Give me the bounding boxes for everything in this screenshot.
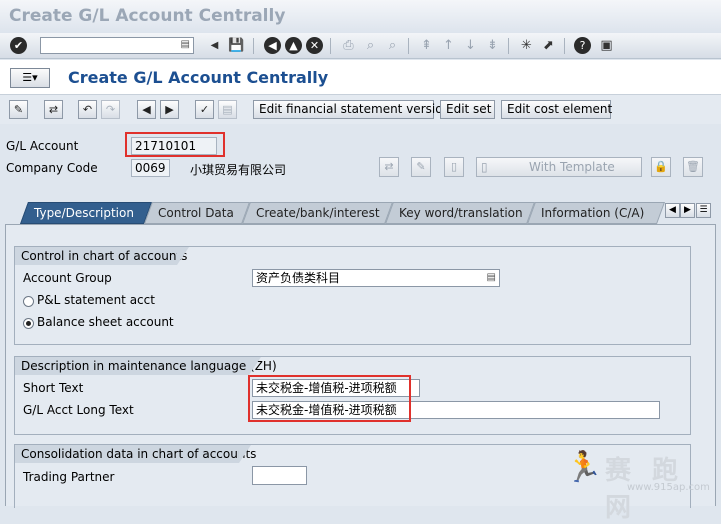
previous-page-icon[interactable]: ↑: [440, 37, 457, 54]
tab-strip: Type/Description Control Data Create/ban…: [10, 202, 714, 224]
app-title-bar: ☰▾ Create G/L Account Centrally: [0, 60, 721, 95]
system-toolbar: ✔ ▤ ◀ 💾 ◀ ▲ ✕ ⎙ ⌕ ⌕ ⇞ ↑ ↓ ⇟ ✳ ⬈ ? ▣: [0, 33, 721, 59]
previous-entry-icon[interactable]: ◀: [137, 100, 156, 119]
runner-logo-icon: 🏃: [565, 450, 603, 485]
edit-cost-element-button[interactable]: Edit cost element: [501, 100, 612, 119]
trading-partner-field[interactable]: [252, 466, 307, 485]
gl-account-field[interactable]: 21710101: [131, 137, 217, 155]
edit-fsv-button[interactable]: Edit financial statement version: [253, 100, 450, 119]
company-name: 小琪贸易有限公司: [190, 163, 287, 177]
trading-partner-label: Trading Partner: [23, 470, 115, 484]
back-icon[interactable]: ◀: [264, 37, 281, 54]
collapse-arrow-icon[interactable]: ◀: [206, 37, 223, 54]
account-group-label: Account Group: [23, 271, 112, 285]
exit-icon[interactable]: ▲: [285, 37, 302, 54]
customize-layout-icon[interactable]: ▣: [598, 37, 615, 54]
find-next-icon[interactable]: ⌕: [384, 37, 401, 54]
tab-type-description[interactable]: Type/Description: [20, 202, 153, 224]
long-text-field[interactable]: 未交税金-增值税-进项税额: [252, 401, 660, 419]
display-change-icon[interactable]: ✎: [9, 100, 28, 119]
short-text-label: Short Text: [23, 381, 84, 395]
watermark: 🏃 赛 跑 网 www.915ap.com: [565, 448, 715, 523]
other-object-icon[interactable]: ⇄: [44, 100, 63, 119]
control-group: Control in chart of accounts Account Gro…: [14, 246, 691, 345]
control-group-title: Control in chart of accounts: [15, 247, 189, 265]
tab-scroll-left-icon[interactable]: ◀: [665, 203, 680, 218]
description-group: Description in maintenance language (ZH)…: [14, 356, 691, 435]
redo-icon: ↷: [101, 100, 120, 119]
window-title-bar: Create G/L Account Centrally: [0, 0, 721, 33]
display-icon: ⇄: [379, 157, 399, 177]
tab-create-bank-interest[interactable]: Create/bank/interest: [242, 202, 394, 224]
balance-sheet-radio[interactable]: [23, 318, 34, 329]
next-page-icon[interactable]: ↓: [462, 37, 479, 54]
check-icon[interactable]: ✓: [195, 100, 214, 119]
dropdown-icon[interactable]: ▤: [181, 39, 190, 50]
command-field[interactable]: ▤: [40, 37, 194, 54]
save-icon[interactable]: 💾: [228, 37, 245, 54]
tab-scroll-right-icon[interactable]: ▶: [680, 203, 695, 218]
account-group-field[interactable]: 资产负债类科目 ▤: [252, 269, 500, 287]
lock-icon: 🔒: [651, 157, 671, 177]
menu-icon[interactable]: ☰▾: [10, 68, 50, 88]
template-icon: ▯: [481, 160, 488, 174]
dropdown-icon[interactable]: ▤: [487, 270, 496, 286]
edit-set-button[interactable]: Edit set: [440, 100, 495, 119]
print-icon[interactable]: ⎙: [340, 37, 357, 54]
short-text-field[interactable]: 未交税金-增值税-进项税额: [252, 379, 420, 397]
find-icon[interactable]: ⌕: [362, 37, 379, 54]
balance-sheet-label: Balance sheet account: [37, 315, 174, 329]
window-title: Create G/L Account Centrally: [9, 6, 286, 26]
help-icon[interactable]: ?: [574, 37, 591, 54]
pl-statement-radio[interactable]: [23, 296, 34, 307]
company-code-label: Company Code: [6, 161, 98, 175]
delete-icon: 🗑: [683, 157, 703, 177]
first-page-icon[interactable]: ⇞: [418, 37, 435, 54]
tab-list-icon[interactable]: ☰: [696, 203, 711, 218]
tab-information-ca[interactable]: Information (C/A): [527, 202, 666, 224]
gl-account-label: G/L Account: [6, 139, 79, 153]
description-group-title: Description in maintenance language (ZH): [15, 357, 277, 375]
enter-icon[interactable]: ✔: [10, 37, 27, 54]
cancel-icon[interactable]: ✕: [306, 37, 323, 54]
watermark-url: www.915ap.com: [627, 482, 710, 493]
page-title: Create G/L Account Centrally: [68, 68, 329, 87]
long-text-label: G/L Acct Long Text: [23, 403, 134, 417]
shortcut-icon[interactable]: ⬈: [540, 37, 557, 54]
undo-icon[interactable]: ↶: [78, 100, 97, 119]
last-page-icon[interactable]: ⇟: [484, 37, 501, 54]
edit-icon: ✎: [411, 157, 431, 177]
consolidation-group-title: Consolidation data in chart of accounts: [15, 445, 256, 463]
company-code-field[interactable]: 0069: [131, 159, 170, 177]
pl-statement-label: P&L statement acct: [37, 293, 155, 307]
tab-control-data[interactable]: Control Data: [144, 202, 251, 224]
document-icon: ▤: [218, 100, 237, 119]
next-entry-icon[interactable]: ▶: [160, 100, 179, 119]
with-template-button: ▯ With Template: [476, 157, 642, 177]
new-document-icon: ▯: [444, 157, 464, 177]
create-session-icon[interactable]: ✳: [518, 37, 535, 54]
application-toolbar: ✎ ⇄ ↶ ↷ ◀ ▶ ✓ ▤ Edit financial statement…: [0, 95, 721, 124]
tab-key-word-translation[interactable]: Key word/translation: [385, 202, 536, 224]
